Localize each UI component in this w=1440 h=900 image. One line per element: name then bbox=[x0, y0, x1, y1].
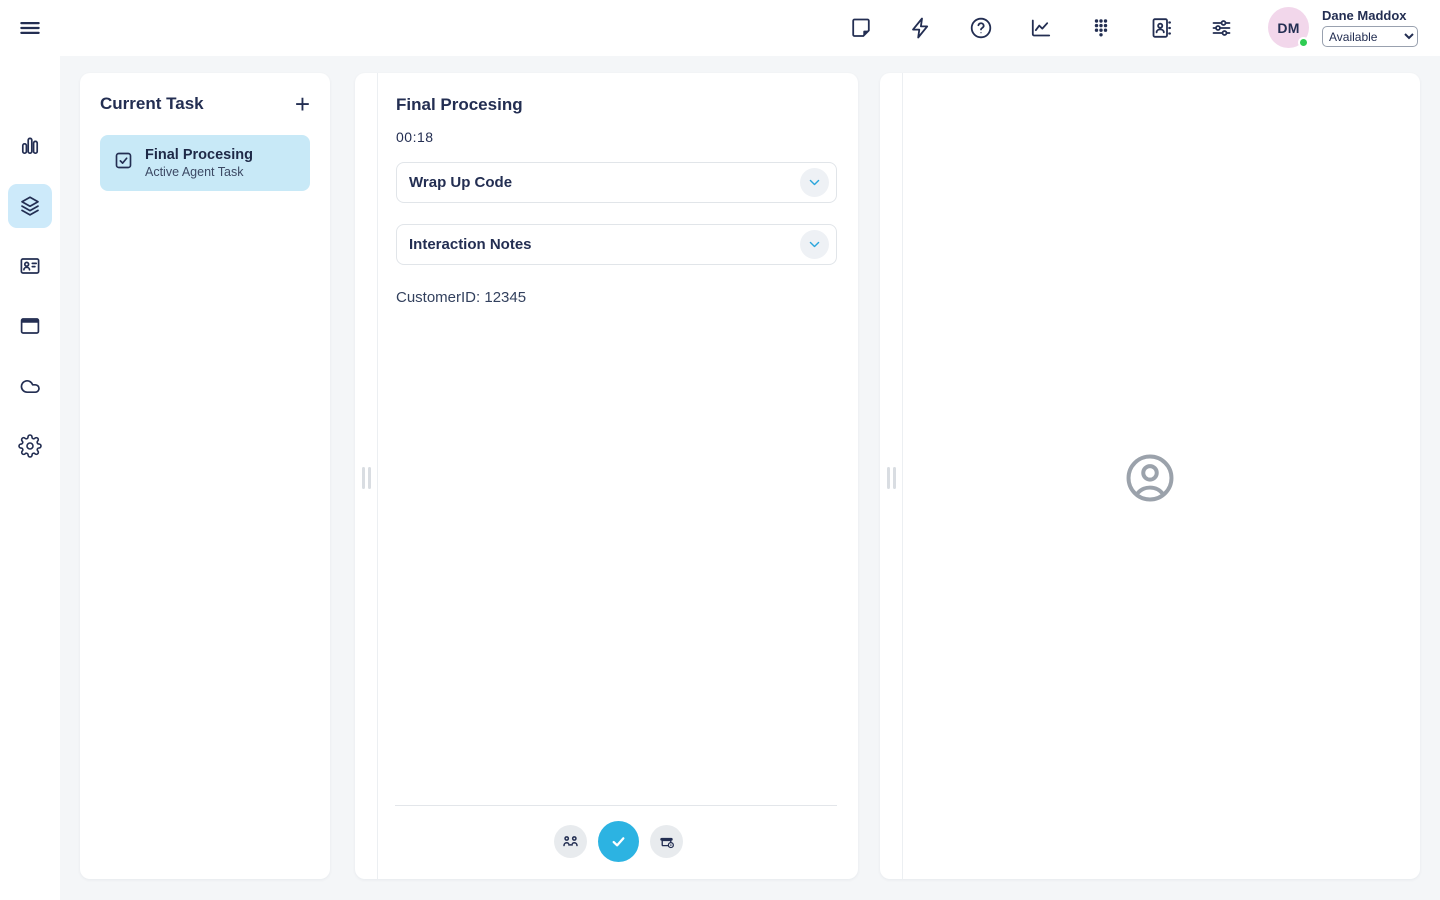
task-list-item[interactable]: Final Procesing Active Agent Task bbox=[100, 135, 310, 191]
add-task-button[interactable]: + bbox=[295, 93, 310, 115]
panel-resize-handle[interactable] bbox=[362, 458, 371, 498]
task-detail-content: Final Procesing 00:18 Wrap Up Code Inter… bbox=[378, 73, 858, 879]
checked-checkbox-icon bbox=[113, 150, 134, 176]
task-action-bar bbox=[378, 821, 858, 862]
left-nav-rail bbox=[0, 56, 60, 900]
user-circle-icon bbox=[1122, 450, 1178, 506]
status-select[interactable]: Available bbox=[1322, 26, 1418, 47]
layers-icon[interactable] bbox=[18, 194, 42, 218]
chevron-down-icon bbox=[800, 230, 829, 259]
task-detail-panel: Final Procesing 00:18 Wrap Up Code Inter… bbox=[355, 73, 858, 879]
dialpad-icon[interactable] bbox=[1089, 16, 1113, 40]
contact-card-icon[interactable] bbox=[18, 254, 42, 278]
current-task-title: Current Task bbox=[100, 94, 204, 114]
topbar-actions bbox=[849, 16, 1233, 40]
task-timer: 00:18 bbox=[396, 129, 837, 145]
customer-panel bbox=[880, 73, 1420, 879]
interaction-notes-accordion[interactable]: Interaction Notes bbox=[396, 224, 837, 265]
zap-icon[interactable] bbox=[909, 16, 933, 40]
task-item-title: Final Procesing bbox=[145, 147, 253, 163]
window-icon[interactable] bbox=[18, 314, 42, 338]
agent-desktop-app: DM Dane Maddox Available bbox=[0, 0, 1440, 900]
panel-divider bbox=[902, 73, 903, 879]
interaction-notes-label: Interaction Notes bbox=[409, 236, 532, 253]
task-detail-title: Final Procesing bbox=[396, 95, 837, 115]
top-bar: DM Dane Maddox Available bbox=[0, 0, 1440, 56]
task-item-texts: Final Procesing Active Agent Task bbox=[145, 147, 253, 179]
task-item-subtitle: Active Agent Task bbox=[145, 165, 253, 179]
customer-id-text: CustomerID: 12345 bbox=[396, 289, 837, 306]
note-icon[interactable] bbox=[849, 16, 873, 40]
performance-chart-icon[interactable] bbox=[1029, 16, 1053, 40]
gear-icon[interactable] bbox=[18, 434, 42, 458]
wrapup-code-accordion[interactable]: Wrap Up Code bbox=[396, 162, 837, 203]
directory-icon[interactable] bbox=[1149, 16, 1173, 40]
actions-separator bbox=[395, 805, 837, 806]
park-interaction-icon[interactable] bbox=[650, 825, 683, 858]
bar-chart-icon[interactable] bbox=[18, 134, 42, 158]
user-block: Dane Maddox Available bbox=[1322, 8, 1420, 47]
wrapup-code-label: Wrap Up Code bbox=[409, 174, 512, 191]
help-icon[interactable] bbox=[969, 16, 993, 40]
chevron-down-icon bbox=[800, 168, 829, 197]
preferences-sliders-icon[interactable] bbox=[1209, 16, 1233, 40]
panel-resize-handle[interactable] bbox=[887, 458, 896, 498]
current-task-panel: Current Task + Final Procesing Active Ag… bbox=[80, 73, 330, 879]
cloud-icon[interactable] bbox=[18, 374, 42, 398]
status-dot bbox=[1298, 37, 1309, 48]
current-task-header: Current Task + bbox=[80, 73, 330, 115]
transfer-people-icon[interactable] bbox=[554, 825, 587, 858]
complete-check-icon[interactable] bbox=[598, 821, 639, 862]
user-name: Dane Maddox bbox=[1322, 8, 1420, 23]
hamburger-menu-icon[interactable] bbox=[17, 15, 43, 41]
